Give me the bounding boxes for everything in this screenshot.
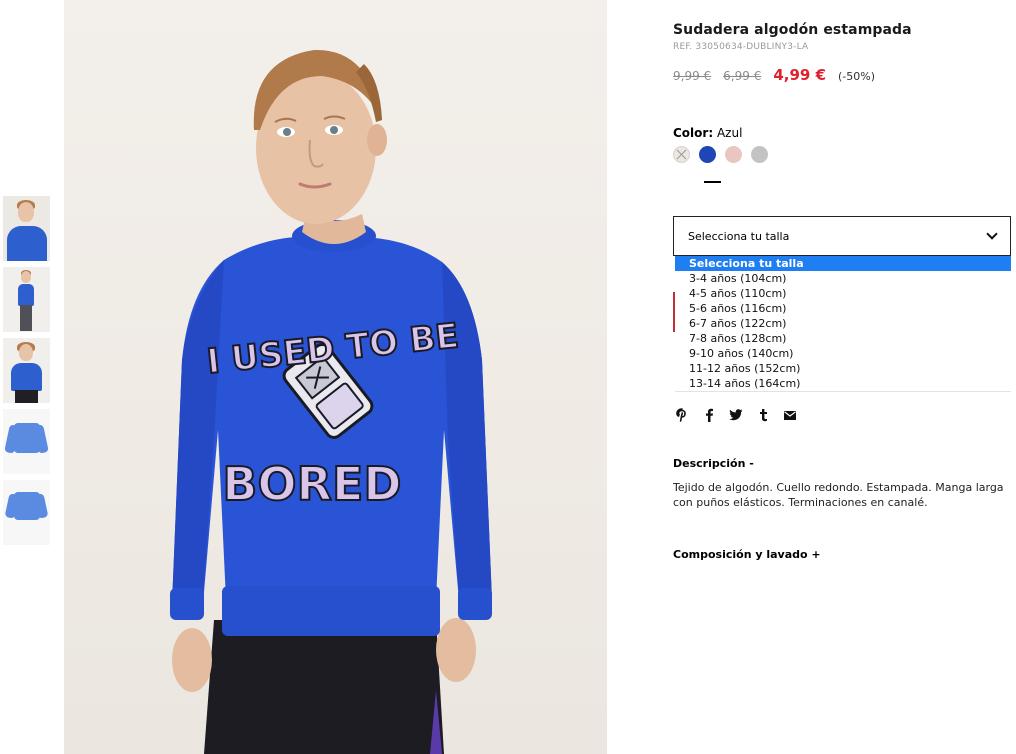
size-option[interactable]: 4-5 años (110cm) [675, 286, 1011, 301]
tumblr-icon[interactable] [756, 408, 770, 422]
product-info-panel: Sudadera algodón estampada REF. 33050634… [673, 22, 1013, 561]
thumbnail-3[interactable] [3, 338, 50, 403]
description-toggle[interactable]: Descripción - [673, 457, 754, 470]
thumbnail-5[interactable] [3, 480, 50, 545]
color-swatch-cream[interactable] [673, 146, 690, 163]
product-main-image: I USED TO BE BORED [64, 0, 607, 754]
size-option[interactable]: 11-12 años (152cm) [675, 361, 1011, 376]
previous-price: 6,99 € [723, 69, 762, 83]
size-option[interactable]: 9-10 años (140cm) [675, 346, 1011, 361]
color-swatch-blue[interactable] [699, 146, 716, 163]
original-price: 9,99 € [673, 69, 712, 83]
size-option[interactable]: 5-6 años (116cm) [675, 301, 1011, 316]
product-title: Sudadera algodón estampada [673, 22, 912, 38]
size-option[interactable]: 6-7 años (122cm) [675, 316, 1011, 331]
size-select-placeholder: Selecciona tu talla [688, 229, 790, 243]
color-selector: Color: Azul [673, 126, 1013, 163]
pinterest-icon[interactable] [675, 408, 689, 422]
email-icon[interactable] [783, 408, 797, 422]
size-option[interactable]: 3-4 años (104cm) [675, 271, 1011, 286]
size-option[interactable]: Selecciona tu talla [675, 256, 1011, 271]
size-option[interactable]: 7-8 años (128cm) [675, 331, 1011, 346]
print-text-line2: BORED [222, 457, 401, 511]
color-swatch-pink[interactable] [725, 146, 742, 163]
size-select[interactable]: Selecciona tu talla [673, 216, 1011, 256]
selected-swatch-indicator [704, 181, 721, 183]
color-label: Color: [673, 126, 714, 140]
thumbnail-4[interactable] [3, 409, 50, 474]
composition-toggle[interactable]: Composición y lavado + [673, 548, 821, 561]
facebook-icon[interactable] [702, 408, 716, 422]
price-row: 9,99 € 6,99 € 4,99 € (-50%) [673, 66, 1013, 84]
description-text: Tejido de algodón. Cuello redondo. Estam… [673, 481, 1004, 509]
size-option[interactable]: 13-14 años (164cm) [675, 376, 1011, 391]
thumbnail-2[interactable] [3, 267, 50, 332]
discount-badge: (-50%) [838, 70, 876, 83]
thumbnail-gallery [3, 196, 51, 551]
share-bar [675, 408, 810, 422]
color-swatch-grey[interactable] [751, 146, 768, 163]
size-dropdown-list: Selecciona tu talla 3-4 años (104cm) 4-5… [675, 256, 1011, 392]
twitter-icon[interactable] [729, 408, 743, 422]
thumbnail-1[interactable] [3, 196, 50, 261]
color-value: Azul [716, 126, 743, 140]
product-reference: REF. 33050634-DUBLINY3-LA [673, 42, 809, 52]
chevron-down-icon [986, 228, 998, 240]
sale-price: 4,99 € [773, 66, 827, 84]
